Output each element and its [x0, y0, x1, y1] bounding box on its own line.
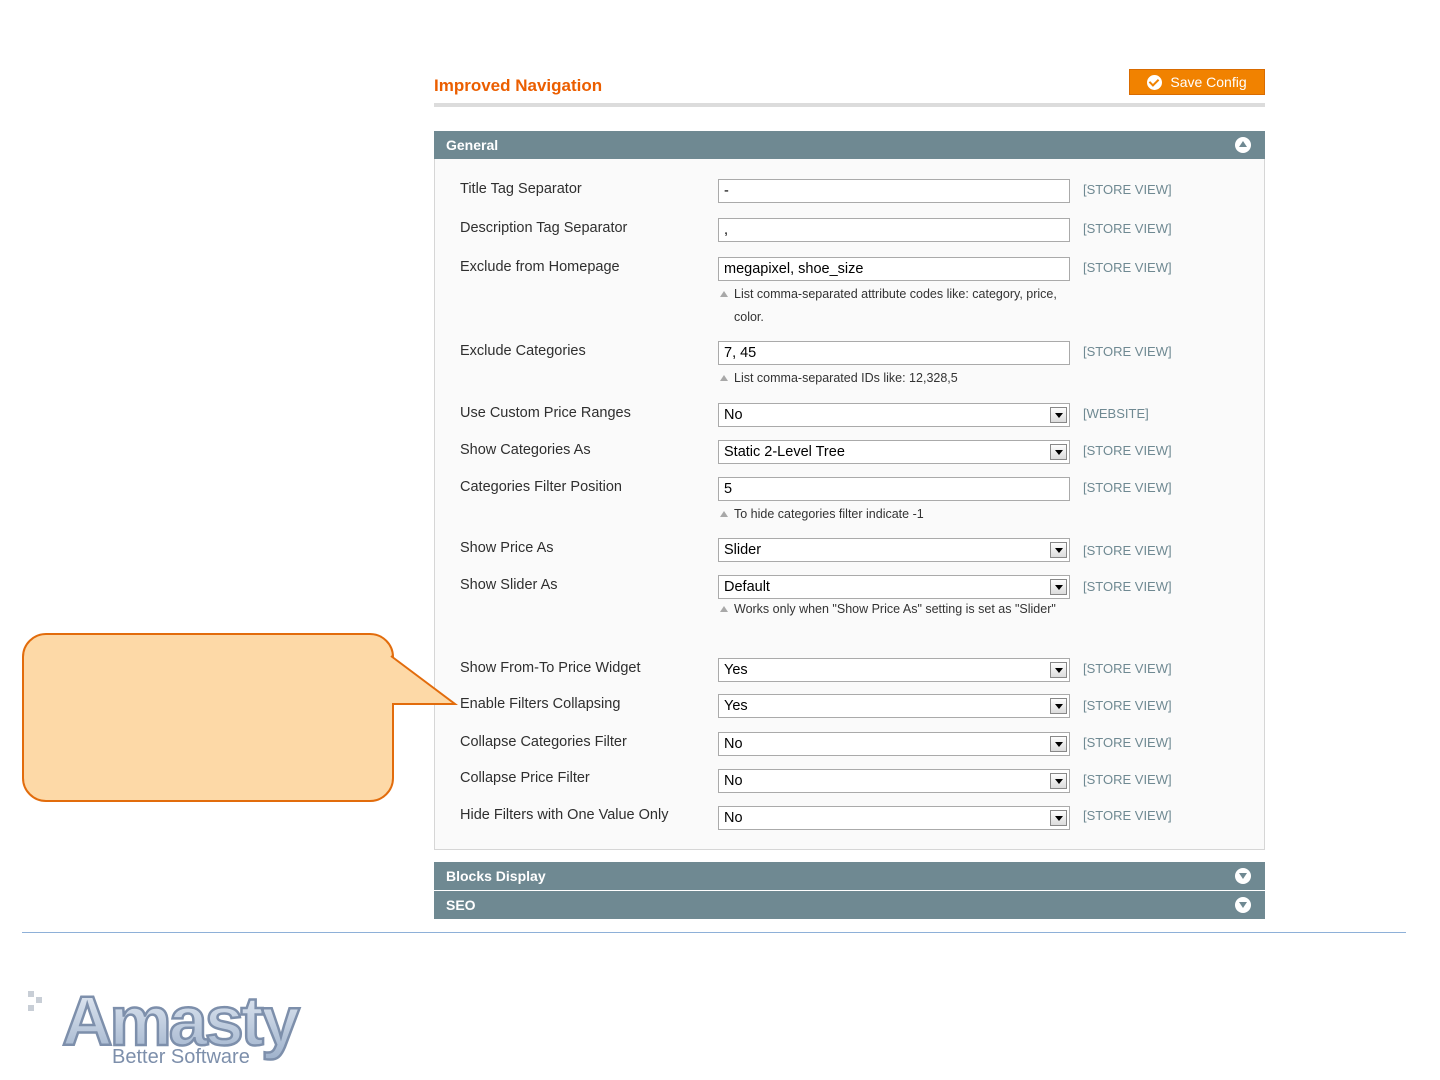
field-label-collapse-categories-filter: Collapse Categories Filter	[460, 734, 627, 750]
show-slider-as-select[interactable]: Default	[718, 575, 1070, 599]
show-categories-as-select[interactable]: Static 2-Level Tree	[718, 440, 1070, 464]
page-title: Improved Navigation	[434, 76, 603, 95]
scope-label: [STORE VIEW]	[1083, 735, 1172, 750]
select-value: Yes	[724, 662, 748, 678]
select-value: No	[724, 407, 743, 423]
field-label-title-tag-separator: Title Tag Separator	[460, 181, 582, 197]
note-text: List comma-separated IDs like: 12,328,5	[734, 371, 958, 385]
select-value: Slider	[724, 542, 762, 558]
checkmark-icon	[1147, 74, 1163, 90]
categories-filter-position-input[interactable]	[718, 477, 1070, 501]
scope-label: [STORE VIEW]	[1083, 698, 1172, 713]
scope-label: [STORE VIEW]	[1083, 661, 1172, 676]
select-value: No	[724, 736, 743, 752]
field-label-show-slider-as: Show Slider As	[460, 577, 558, 593]
title-tag-separator-input[interactable]	[718, 179, 1070, 203]
field-label-categories-filter-position: Categories Filter Position	[460, 479, 622, 495]
dropdown-arrow-icon[interactable]	[1050, 407, 1067, 423]
scope-label: [STORE VIEW]	[1083, 579, 1172, 594]
field-note: To hide categories filter indicate -1	[720, 503, 1060, 526]
field-label-show-price-as: Show Price As	[460, 540, 554, 556]
save-config-label: Save Config	[1170, 74, 1247, 90]
collapse-price-filter-select[interactable]: No	[718, 769, 1070, 793]
scope-label: [WEBSITE]	[1083, 406, 1149, 421]
callout-bubble	[22, 633, 394, 802]
dropdown-arrow-icon[interactable]	[1050, 810, 1067, 826]
field-label-exclude-categories: Exclude Categories	[460, 343, 586, 359]
section-title-general: General	[446, 137, 499, 153]
dropdown-arrow-icon[interactable]	[1050, 773, 1067, 789]
scope-label: [STORE VIEW]	[1083, 221, 1172, 236]
field-label-show-from-to-price-widget: Show From-To Price Widget	[460, 660, 641, 676]
field-label-hide-filters-with-one-value-only: Hide Filters with One Value Only	[460, 807, 669, 823]
use-custom-price-ranges-select[interactable]: No	[718, 403, 1070, 427]
scope-label: [STORE VIEW]	[1083, 808, 1172, 823]
show-price-as-select[interactable]: Slider	[718, 538, 1070, 562]
select-value: Default	[724, 579, 770, 595]
field-label-show-categories-as: Show Categories As	[460, 442, 591, 458]
note-text: Works only when "Show Price As" setting …	[734, 602, 1056, 616]
section-header-seo[interactable]: SEO	[434, 891, 1265, 919]
title-divider	[434, 103, 1265, 107]
collapse-icon[interactable]	[1235, 137, 1251, 153]
dropdown-arrow-icon[interactable]	[1050, 662, 1067, 678]
dropdown-arrow-icon[interactable]	[1050, 736, 1067, 752]
expand-icon[interactable]	[1235, 897, 1251, 913]
select-value: No	[724, 773, 743, 789]
scope-label: [STORE VIEW]	[1083, 260, 1172, 275]
amasty-logo: Amasty Better Software	[28, 981, 304, 1068]
dropdown-arrow-icon[interactable]	[1050, 444, 1067, 460]
exclude-categories-input[interactable]	[718, 341, 1070, 365]
collapse-categories-filter-select[interactable]: No	[718, 732, 1070, 756]
note-arrow-icon	[720, 291, 728, 297]
field-label-collapse-price-filter: Collapse Price Filter	[460, 770, 590, 786]
show-from-to-price-widget-select[interactable]: Yes	[718, 658, 1070, 682]
exclude-from-homepage-input[interactable]	[718, 257, 1070, 281]
footer-divider	[22, 932, 1406, 933]
note-arrow-icon	[720, 511, 728, 517]
dropdown-arrow-icon[interactable]	[1050, 579, 1067, 595]
scope-label: [STORE VIEW]	[1083, 344, 1172, 359]
field-note: Works only when "Show Price As" setting …	[720, 598, 1060, 621]
section-title-seo: SEO	[446, 897, 476, 913]
field-label-use-custom-price-ranges: Use Custom Price Ranges	[460, 405, 631, 421]
select-value: Static 2-Level Tree	[724, 444, 845, 460]
expand-icon[interactable]	[1235, 868, 1251, 884]
scope-label: [STORE VIEW]	[1083, 543, 1172, 558]
section-header-blocks-display[interactable]: Blocks Display	[434, 862, 1265, 890]
field-label-exclude-from-homepage: Exclude from Homepage	[460, 259, 620, 275]
scope-label: [STORE VIEW]	[1083, 182, 1172, 197]
svg-text:Better Software: Better Software	[112, 1046, 250, 1068]
select-value: No	[724, 810, 743, 826]
note-text: List comma-separated attribute codes lik…	[734, 287, 1057, 324]
dropdown-arrow-icon[interactable]	[1050, 698, 1067, 714]
enable-filters-collapsing-select[interactable]: Yes	[718, 694, 1070, 718]
scope-label: [STORE VIEW]	[1083, 772, 1172, 787]
field-note: List comma-separated attribute codes lik…	[720, 283, 1060, 329]
field-label-enable-filters-collapsing: Enable Filters Collapsing	[460, 696, 621, 712]
section-header-general[interactable]: General	[434, 131, 1265, 159]
note-text: To hide categories filter indicate -1	[734, 507, 924, 521]
section-title-blocks-display: Blocks Display	[446, 868, 546, 884]
field-note: List comma-separated IDs like: 12,328,5	[720, 367, 1060, 390]
scope-label: [STORE VIEW]	[1083, 480, 1172, 495]
description-tag-separator-input[interactable]	[718, 218, 1070, 242]
field-label-description-tag-separator: Description Tag Separator	[460, 220, 628, 236]
select-value: Yes	[724, 698, 748, 714]
note-arrow-icon	[720, 606, 728, 612]
hide-filters-with-one-value-only-select[interactable]: No	[718, 806, 1070, 830]
save-config-button[interactable]: Save Config	[1129, 69, 1265, 95]
scope-label: [STORE VIEW]	[1083, 443, 1172, 458]
dropdown-arrow-icon[interactable]	[1050, 542, 1067, 558]
note-arrow-icon	[720, 375, 728, 381]
